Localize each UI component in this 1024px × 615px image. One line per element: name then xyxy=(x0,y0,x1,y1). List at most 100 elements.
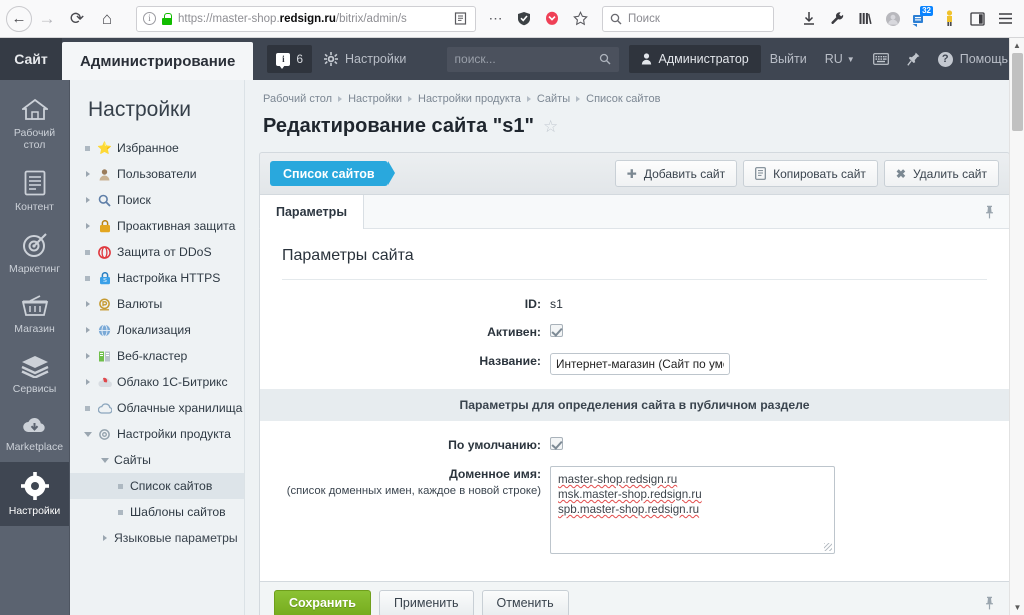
breadcrumb-item[interactable]: Список сайтов xyxy=(586,93,660,105)
favorite-star-icon[interactable]: ☆ xyxy=(543,117,558,137)
tree-expand-arrow[interactable] xyxy=(83,171,92,177)
user-menu-button[interactable]: Администратор xyxy=(628,45,761,73)
tree-item-https-setup[interactable]: S Настройка HTTPS xyxy=(70,265,244,291)
shield-icon[interactable] xyxy=(512,6,536,32)
tree-label: Шаблоны сайтов xyxy=(130,505,226,519)
top-settings-link[interactable]: Настройки xyxy=(312,38,418,80)
pin-button-footer[interactable] xyxy=(984,596,995,610)
tree-marker-dot[interactable] xyxy=(83,145,92,151)
rail-item-marketing[interactable]: Маркетинг xyxy=(0,222,69,284)
reload-icon[interactable]: ⟳ xyxy=(62,4,92,34)
copy-site-button[interactable]: Копировать сайт xyxy=(743,160,878,187)
close-icon: ✖ xyxy=(895,166,906,181)
rail-item-content[interactable]: Контент xyxy=(0,160,69,222)
sidebar-icon[interactable] xyxy=(964,5,990,33)
tree-collapse-arrow[interactable] xyxy=(100,457,109,463)
resize-handle[interactable] xyxy=(824,543,832,551)
tree-item-users[interactable]: Пользователи xyxy=(70,161,244,187)
tree-item-ddos-protection[interactable]: Защита от DDoS xyxy=(70,239,244,265)
account-icon[interactable] xyxy=(880,5,906,33)
tree-expand-arrow[interactable] xyxy=(83,353,92,359)
pin-button[interactable] xyxy=(898,38,929,80)
cancel-button[interactable]: Отменить xyxy=(481,589,569,615)
hamburger-menu-icon[interactable] xyxy=(992,5,1018,33)
page-info-icon[interactable]: i xyxy=(143,12,156,25)
rail-label: Настройки xyxy=(8,505,61,517)
notifications-button[interactable]: i 6 xyxy=(267,45,313,73)
tree-expand-arrow[interactable] xyxy=(83,223,92,229)
tab-site[interactable]: Сайт xyxy=(0,38,62,80)
rail-item-desktop[interactable]: Рабочий стол xyxy=(0,88,69,160)
keyboard-button[interactable] xyxy=(864,38,898,80)
rail-item-marketplace[interactable]: Marketplace xyxy=(0,404,69,462)
language-selector[interactable]: RU ▼ xyxy=(816,38,864,80)
save-button[interactable]: Сохранить xyxy=(274,589,371,615)
wrench-icon[interactable] xyxy=(824,5,850,33)
scroll-up-icon[interactable]: ▲ xyxy=(1010,38,1024,53)
logout-link[interactable]: Выйти xyxy=(761,38,816,80)
tree-expand-arrow[interactable] xyxy=(83,197,92,203)
search-bar[interactable]: Поиск xyxy=(602,5,774,32)
breadcrumb-item[interactable]: Настройки xyxy=(348,93,402,105)
person-icon[interactable] xyxy=(936,5,962,33)
url-bar[interactable]: i https://master-shop.redsign.ru/bitrix/… xyxy=(136,5,476,32)
tree-expand-arrow[interactable] xyxy=(83,301,92,307)
add-site-button[interactable]: ✚ Добавить сайт xyxy=(614,160,738,187)
tree-expand-arrow[interactable] xyxy=(83,379,92,385)
tree-item-site-list[interactable]: Список сайтов xyxy=(70,473,244,499)
bookmark-star-icon[interactable] xyxy=(568,6,592,32)
rail-item-settings[interactable]: Настройки xyxy=(0,462,69,526)
tree-item-localization[interactable]: Локализация xyxy=(70,317,244,343)
tree-item-favorites[interactable]: ⭐ Избранное xyxy=(70,135,244,161)
page-actions-icon[interactable]: ⋯ xyxy=(484,6,508,32)
tree-item-product-settings[interactable]: Настройки продукта xyxy=(70,421,244,447)
active-checkbox[interactable] xyxy=(550,324,563,337)
pin-button-tabstrip[interactable] xyxy=(984,195,1009,228)
tree-item-search[interactable]: Поиск xyxy=(70,187,244,213)
rail-item-shop[interactable]: Магазин xyxy=(0,284,69,344)
tree-expand-arrow[interactable] xyxy=(83,327,92,333)
tree-marker-dot[interactable] xyxy=(83,275,92,281)
tree-marker-dot[interactable] xyxy=(83,405,92,411)
tree-item-proactive-protection[interactable]: Проактивная защита xyxy=(70,213,244,239)
forward-arrow-icon[interactable]: → xyxy=(32,4,62,34)
breadcrumb-item[interactable]: Рабочий стол xyxy=(263,93,332,105)
default-checkbox[interactable] xyxy=(550,437,563,450)
tree-item-cloud-bitrix[interactable]: Облако 1С-Битрикс xyxy=(70,369,244,395)
copy-icon xyxy=(755,167,766,180)
tree-expand-arrow[interactable] xyxy=(100,535,109,541)
tree-item-cloud-storage[interactable]: Облачные хранилища xyxy=(70,395,244,421)
breadcrumb-item[interactable]: Сайты xyxy=(537,93,570,105)
rail-item-services[interactable]: Сервисы xyxy=(0,344,69,404)
tree-item-language-params[interactable]: Языковые параметры xyxy=(70,525,244,551)
admin-search-input[interactable]: поиск... xyxy=(446,46,619,72)
pin-icon xyxy=(986,596,993,610)
site-name-input[interactable] xyxy=(550,353,730,375)
content-toolbar: Список сайтов ✚ Добавить сайт Копировать… xyxy=(259,152,1010,194)
scroll-down-icon[interactable]: ▼ xyxy=(1010,600,1024,615)
tree-item-web-cluster[interactable]: Веб-кластер xyxy=(70,343,244,369)
page-scrollbar[interactable]: ▲ ▼ xyxy=(1009,38,1024,615)
id-label: ID: xyxy=(524,297,541,311)
delete-site-button[interactable]: ✖ Удалить сайт xyxy=(883,160,999,187)
back-arrow-icon[interactable]: ← xyxy=(6,5,32,32)
tree-collapse-arrow[interactable] xyxy=(83,431,92,437)
copy-site-label: Копировать сайт xyxy=(773,166,866,181)
domain-textarea[interactable]: master-shop.redsign.ru msk.master-shop.r… xyxy=(550,466,835,554)
tree-marker-dot[interactable] xyxy=(83,249,92,255)
reader-view-icon[interactable] xyxy=(451,12,469,25)
library-icon[interactable] xyxy=(852,5,878,33)
sync-tabs-icon[interactable]: 32 xyxy=(908,5,934,33)
tab-parameters[interactable]: Параметры xyxy=(260,195,364,229)
downloads-icon[interactable] xyxy=(796,5,822,33)
site-list-chip[interactable]: Список сайтов xyxy=(270,161,395,186)
tree-item-currencies[interactable]: Валюты xyxy=(70,291,244,317)
scrollbar-thumb[interactable] xyxy=(1012,53,1023,131)
pocket-icon[interactable] xyxy=(540,6,564,32)
apply-button[interactable]: Применить xyxy=(378,589,474,615)
tab-administration[interactable]: Администрирование xyxy=(62,42,254,80)
home-icon[interactable]: ⌂ xyxy=(92,4,122,34)
tree-item-site-templates[interactable]: Шаблоны сайтов xyxy=(70,499,244,525)
breadcrumb-item[interactable]: Настройки продукта xyxy=(418,93,521,105)
tree-item-sites[interactable]: Сайты xyxy=(70,447,244,473)
